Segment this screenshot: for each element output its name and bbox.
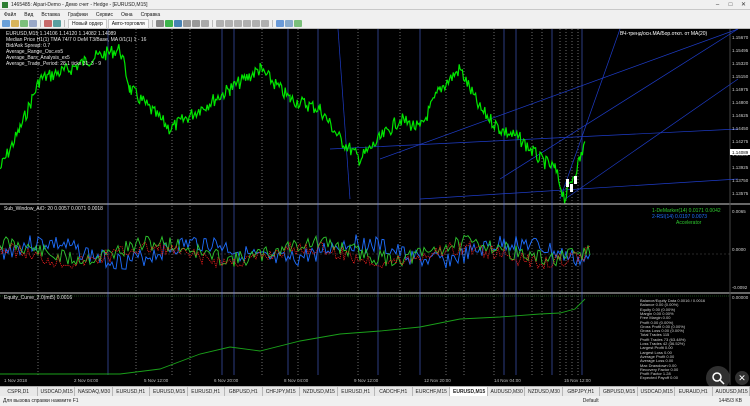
trend-line (379, 29, 739, 160)
trend-line (559, 29, 621, 200)
horizontal-line-icon[interactable] (233, 20, 242, 27)
candle-body (566, 179, 569, 187)
trend-note: ВЧ-тренд/осн.МА/Бор.откл. от MA(20) (620, 31, 708, 37)
time-axis-label: 5 Nov 12:00 (144, 378, 169, 383)
magnifier-icon (712, 372, 725, 385)
price-scale-label: 1.14975 (732, 87, 749, 92)
toolbar-separator (64, 20, 65, 27)
time-axis-label: 9 Nov 12:00 (354, 378, 379, 383)
trend-line (564, 78, 739, 200)
time-axis-label: 15 Nov 12:00 (564, 378, 591, 383)
price-scale-label: 1.13925 (732, 165, 749, 170)
vertical-line-icon[interactable] (224, 20, 233, 27)
osc-scale-label: 0.0000 (732, 247, 746, 252)
templates-icon[interactable] (284, 20, 293, 27)
price-scale-label: 1.15670 (732, 35, 749, 40)
candle-body (570, 184, 573, 192)
crosshair-icon[interactable] (215, 20, 224, 27)
terminal-icon[interactable] (44, 20, 52, 27)
app-logo-icon (2, 1, 8, 8)
time-axis-label: 2 Nov 04:00 (74, 378, 99, 383)
time-axis-label: 1 Nov 2018 (4, 378, 28, 383)
price-scale-label: 1.13575 (732, 191, 749, 196)
chart-canvas[interactable]: 1.15670 1.15495 1.15320 1.15150 1.14975 1.148… (0, 29, 750, 385)
menu-charts[interactable]: Графики (64, 12, 92, 18)
current-price-label: 1.14089 (732, 150, 749, 155)
price-scale-label: 1.15320 (732, 61, 749, 66)
price-scale-label: 1.13750 (732, 178, 749, 183)
price-scale-label: 1.15495 (732, 48, 749, 53)
menu-help[interactable]: Справка (137, 12, 165, 18)
status-bar: Для вызова справки нажмите F1 Default 14… (0, 396, 750, 406)
candlestick-icon[interactable] (164, 20, 173, 27)
menu-window[interactable]: Окна (117, 12, 137, 18)
time-axis-label: 12 Nov 20:00 (424, 378, 451, 383)
price-scale-label: 1.14275 (732, 139, 749, 144)
time-axis-label: 6 Nov 20:00 (214, 378, 239, 383)
equity-curve (0, 298, 586, 375)
time-axis-label: 14 Nov 04:00 (494, 378, 521, 383)
periods-icon[interactable] (275, 20, 284, 27)
osc-scale-label: 0.0065 (732, 209, 746, 214)
indicators-icon[interactable] (293, 20, 302, 27)
title-bar: 1465485: Alpari-Demo - Демо счет - Hedge… (0, 0, 750, 10)
osc-legend: Accelerator (676, 220, 702, 226)
zoom-in-icon[interactable] (182, 20, 191, 27)
equity-pane-header: Equity_Curve_2.0(mt5) 0.0016 (4, 295, 73, 301)
toolbar-separator (151, 20, 153, 27)
new-order-button[interactable]: Новый ордер (68, 18, 107, 29)
trendline-icon[interactable] (242, 20, 251, 27)
market-watch-icon[interactable] (20, 20, 28, 27)
toolbar-separator (40, 20, 41, 27)
price-series (0, 44, 586, 204)
trend-line (329, 128, 739, 150)
bar-chart-icon[interactable] (155, 20, 164, 27)
osc-pane-header: Sub_Window_AiO: 20 0.0057 0.0071 0.0018 (4, 206, 103, 212)
minimize-button[interactable]: – (711, 0, 724, 9)
price-scale-label: 1.14800 (732, 100, 749, 105)
equity-stat-line: Expected Payoff 0.00 (640, 375, 678, 381)
toolbar: Новый ордер Авто-торговля (0, 18, 750, 29)
strategy-tester-icon[interactable] (53, 20, 61, 27)
status-profile: Default (582, 398, 599, 404)
price-scale-label: 1.14450 (732, 126, 749, 131)
osc-scale-label: -0.0092 (732, 285, 748, 290)
maximize-button[interactable]: □ (724, 0, 737, 9)
tile-windows-icon[interactable] (200, 20, 209, 27)
menu-view[interactable]: Вид (20, 12, 37, 18)
zoom-out-icon[interactable] (191, 20, 200, 27)
text-icon[interactable] (260, 20, 269, 27)
menu-insert[interactable]: Вставка (37, 12, 64, 18)
menu-file[interactable]: Файл (0, 12, 20, 18)
line-chart-icon[interactable] (173, 20, 182, 27)
price-scale-label: 1.15150 (732, 74, 749, 79)
status-traffic: 1445/3 KB (718, 398, 742, 404)
fibonacci-icon[interactable] (251, 20, 260, 27)
menu-tools[interactable]: Сервис (92, 12, 117, 18)
toolbar-separator (211, 20, 213, 27)
close-window-button[interactable]: ✕ (737, 0, 750, 9)
main-pane-line: Average_Trade_Period: 28.1 ticks 31: 3 -… (6, 61, 102, 67)
open-profile-icon[interactable] (11, 20, 19, 27)
autotrading-button[interactable]: Авто-торговля (107, 18, 149, 29)
candle-body (574, 176, 577, 184)
navigator-icon[interactable] (29, 20, 37, 27)
window-title: 1465485: Alpari-Demo - Демо счет - Hedge… (11, 1, 148, 8)
time-axis-label: 8 Nov 04:00 (284, 378, 309, 383)
close-overlay-button[interactable]: ✕ (735, 371, 749, 385)
status-help: Для вызова справки нажмите F1 (3, 398, 79, 404)
toolbar-separator (271, 20, 273, 27)
trend-line (337, 29, 351, 200)
new-chart-icon[interactable] (2, 20, 10, 27)
chart-window[interactable]: 1.15670 1.15495 1.15320 1.15150 1.14975 1.148… (0, 29, 750, 385)
equity-scale-label: 0.00000 (732, 295, 749, 300)
price-scale-label: 1.14625 (732, 113, 749, 118)
